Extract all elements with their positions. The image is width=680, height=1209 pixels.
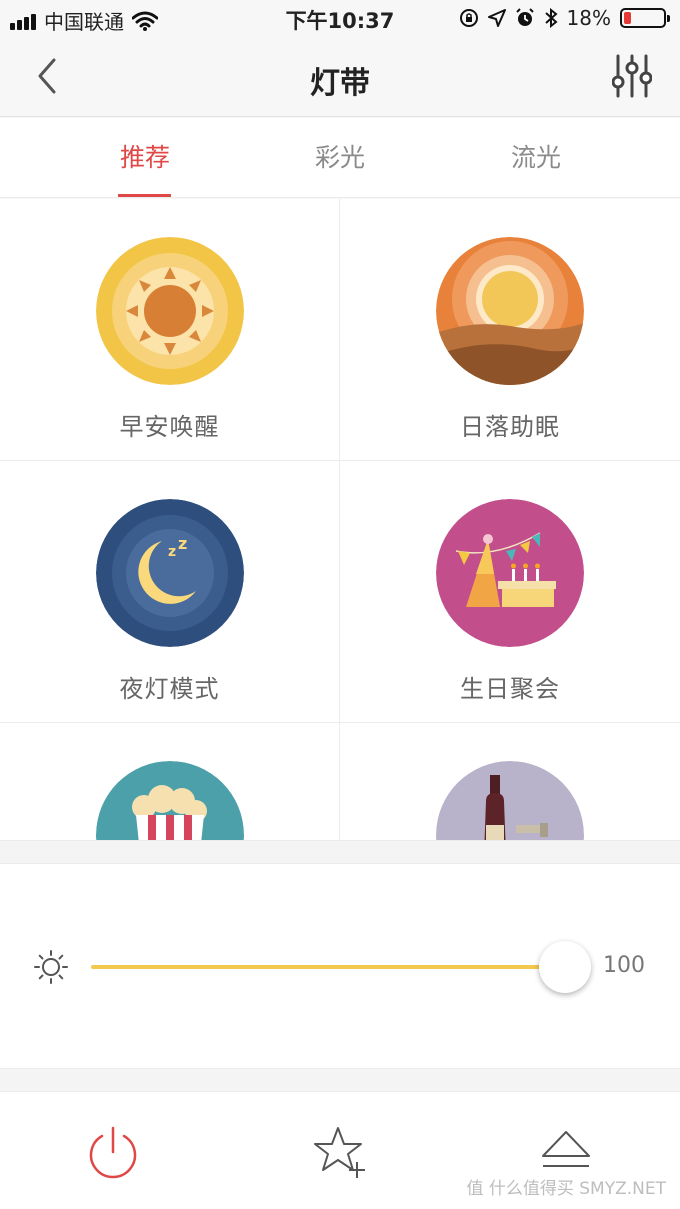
brightness-panel: 100 bbox=[0, 864, 680, 1068]
scene-night-light[interactable]: z z 夜灯模式 bbox=[0, 461, 340, 723]
party-icon bbox=[436, 499, 584, 647]
star-add-icon[interactable] bbox=[310, 1122, 370, 1182]
brightness-slider-track[interactable] bbox=[91, 965, 569, 969]
tab-bar: 推荐 彩光 流光 bbox=[0, 118, 680, 198]
scene-wine[interactable] bbox=[340, 723, 680, 840]
brightness-value: 100 bbox=[603, 953, 645, 978]
scene-label: 夜灯模式 bbox=[119, 675, 220, 703]
scene-grid: 早安唤醒 日落助眠 z z 夜灯模式 生日聚会 bbox=[0, 199, 680, 840]
brightness-slider-thumb[interactable] bbox=[539, 941, 591, 993]
scene-birthday-party[interactable]: 生日聚会 bbox=[340, 461, 680, 723]
popcorn-icon bbox=[96, 761, 244, 840]
section-divider bbox=[0, 840, 680, 864]
nav-bar: 灯带 bbox=[0, 36, 680, 117]
svg-text:z: z bbox=[178, 534, 187, 553]
bottom-bar: 值 什么值得买 SMYZ.NET bbox=[0, 1092, 680, 1209]
scene-label: 日落助眠 bbox=[460, 413, 560, 441]
battery-fill bbox=[624, 12, 631, 24]
scene-movie[interactable] bbox=[0, 723, 340, 840]
sunset-icon bbox=[436, 237, 584, 385]
scene-label: 早安唤醒 bbox=[119, 413, 220, 441]
location-icon bbox=[487, 9, 506, 27]
sunrise-icon bbox=[96, 237, 244, 385]
battery-icon bbox=[620, 8, 670, 28]
section-divider bbox=[0, 1068, 680, 1092]
sun-icon bbox=[34, 950, 68, 984]
watermark: 值 什么值得买 SMYZ.NET bbox=[466, 1179, 666, 1199]
wine-icon bbox=[436, 761, 584, 840]
tab-color-light[interactable]: 彩光 bbox=[280, 138, 400, 174]
power-icon[interactable] bbox=[83, 1122, 143, 1182]
bluetooth-icon bbox=[544, 8, 558, 28]
eject-icon[interactable] bbox=[536, 1122, 596, 1182]
sliders-icon[interactable] bbox=[612, 54, 652, 98]
status-bar: 中国联通 下午10:37 18% bbox=[0, 0, 680, 36]
moon-icon: z z bbox=[96, 499, 244, 647]
scene-sunset-sleep[interactable]: 日落助眠 bbox=[340, 199, 680, 461]
tab-recommended[interactable]: 推荐 bbox=[85, 138, 205, 174]
status-right: 18% bbox=[459, 6, 670, 30]
alarm-icon bbox=[515, 8, 534, 26]
svg-text:z: z bbox=[168, 544, 176, 560]
scene-label: 生日聚会 bbox=[460, 675, 560, 703]
page-title: 灯带 bbox=[310, 66, 370, 101]
scene-morning-wakeup[interactable]: 早安唤醒 bbox=[0, 199, 340, 461]
tab-flowing-light[interactable]: 流光 bbox=[476, 138, 596, 174]
tab-active-indicator bbox=[118, 194, 171, 197]
battery-percent: 18% bbox=[566, 6, 611, 30]
orientation-lock-icon bbox=[459, 9, 478, 27]
